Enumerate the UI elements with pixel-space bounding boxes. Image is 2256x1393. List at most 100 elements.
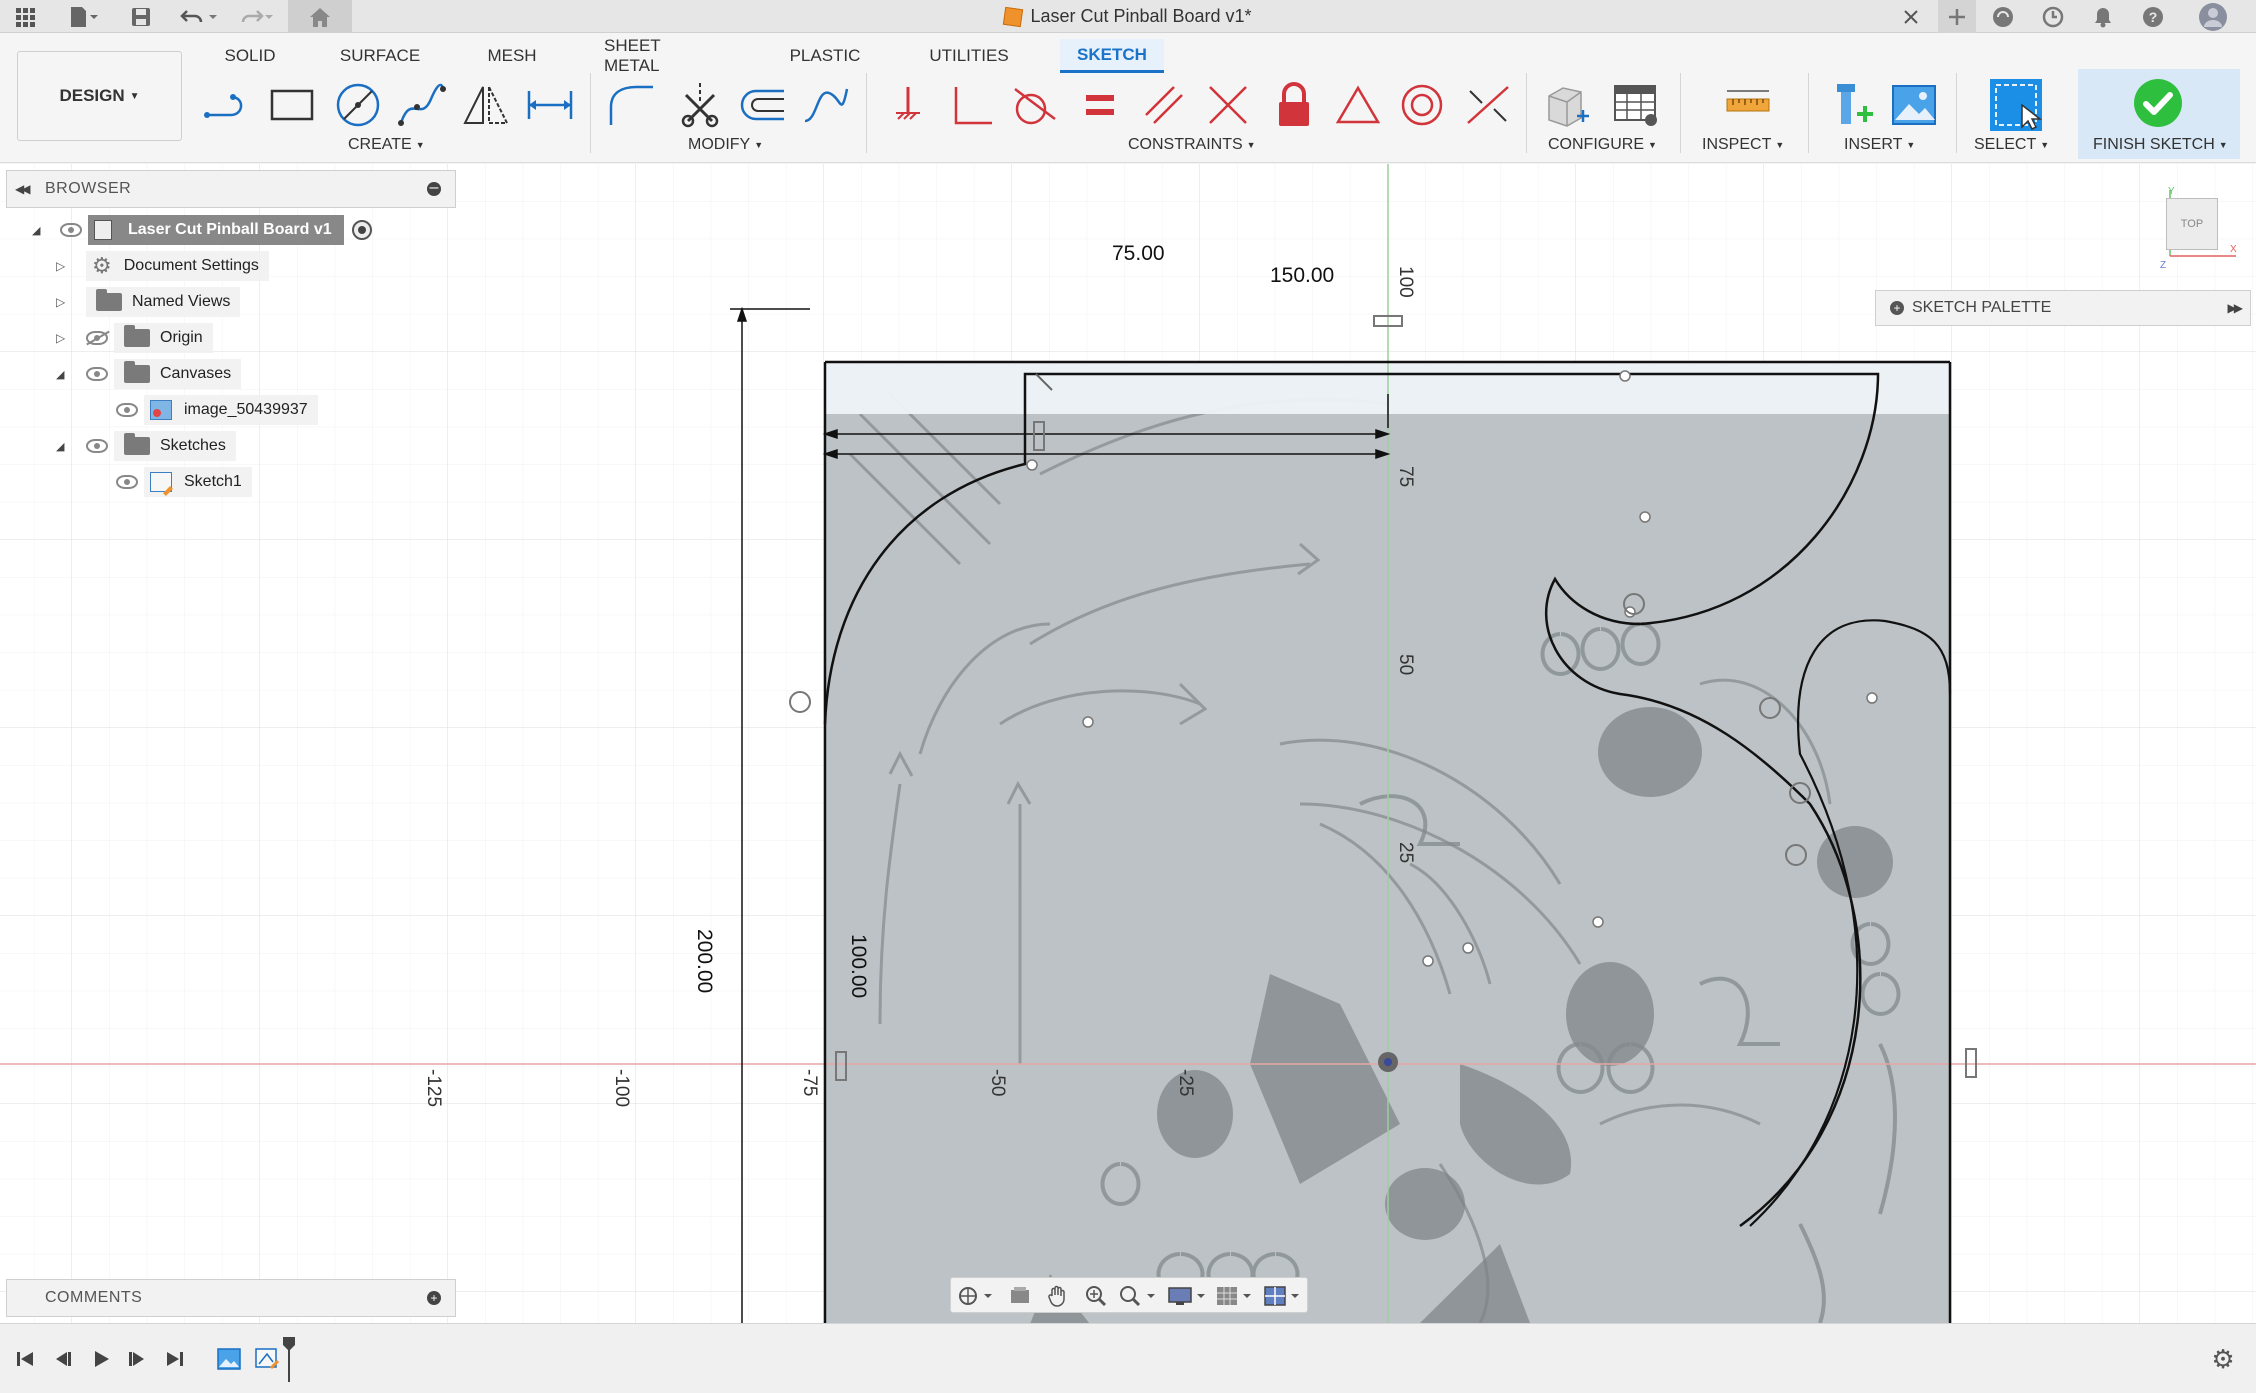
- notifications-icon[interactable]: [2088, 3, 2118, 31]
- insert-mcmaster-icon[interactable]: [1824, 77, 1880, 133]
- symmetry-constraint-icon[interactable]: [1460, 77, 1516, 133]
- step-forward-icon[interactable]: [122, 1344, 152, 1374]
- expanded-triangle-icon[interactable]: ◢: [32, 224, 60, 237]
- inspect-menu[interactable]: INSPECT ▼: [1702, 133, 1784, 157]
- expanded-triangle-icon[interactable]: ◢: [56, 368, 86, 381]
- new-tab-icon[interactable]: [1938, 0, 1976, 33]
- close-tab-icon[interactable]: [1896, 3, 1926, 31]
- tangent-constraint-icon[interactable]: [1006, 77, 1062, 133]
- collapse-right-icon[interactable]: ▶▶: [2228, 301, 2244, 315]
- visibility-icon[interactable]: [86, 439, 108, 453]
- tab-sheet-metal[interactable]: SHEET METAL: [596, 36, 726, 75]
- visibility-icon[interactable]: [86, 367, 108, 381]
- lock-constraint-icon[interactable]: [1266, 77, 1322, 133]
- minimize-panel-icon[interactable]: –: [427, 180, 441, 196]
- finish-sketch-button[interactable]: FINISH SKETCH ▼: [2078, 69, 2240, 159]
- step-back-icon[interactable]: [48, 1344, 78, 1374]
- insert-menu[interactable]: INSERT ▼: [1844, 133, 1915, 157]
- tab-surface[interactable]: SURFACE: [334, 39, 426, 73]
- configure-menu[interactable]: CONFIGURE ▼: [1548, 133, 1657, 157]
- active-component-radio-icon[interactable]: [351, 220, 372, 240]
- dimension-tool-icon[interactable]: [522, 77, 578, 133]
- dimension-height-half[interactable]: 100.00: [846, 934, 870, 998]
- parallel-constraint-icon[interactable]: [1136, 77, 1192, 133]
- constraints-menu[interactable]: CONSTRAINTS ▼: [1128, 133, 1256, 157]
- triangle-constraint-icon[interactable]: [1330, 77, 1386, 133]
- select-icon[interactable]: [1986, 77, 2046, 133]
- collapsed-triangle-icon[interactable]: ▷: [56, 331, 86, 345]
- fit-zoom-icon[interactable]: [1117, 1282, 1161, 1310]
- comments-panel[interactable]: COMMENTS +: [6, 1279, 456, 1317]
- add-comment-icon[interactable]: +: [427, 1291, 441, 1305]
- tab-sketch[interactable]: SKETCH: [1060, 39, 1164, 73]
- save-icon[interactable]: [126, 0, 156, 33]
- timeline-settings-gear-icon[interactable]: ⚙: [2208, 1344, 2238, 1374]
- home-tab[interactable]: [288, 0, 352, 33]
- sketch-palette-header[interactable]: + SKETCH PALETTE ▶▶: [1875, 290, 2251, 326]
- visibility-icon[interactable]: [116, 475, 138, 489]
- tree-item-canvas-image[interactable]: image_50439937: [116, 394, 318, 426]
- sketch-canvas[interactable]: 75.00 150.00 200.00 100.00 -125 -100 -75…: [0, 164, 2256, 1323]
- configure-table-icon[interactable]: [1608, 77, 1664, 133]
- trim-tool-icon[interactable]: [672, 77, 728, 133]
- tab-plastic[interactable]: PLASTIC: [782, 39, 868, 73]
- circle-tool-icon[interactable]: [330, 77, 386, 133]
- fillet-tool-icon[interactable]: [604, 77, 660, 133]
- modify-menu[interactable]: MODIFY ▼: [688, 133, 763, 157]
- tree-root[interactable]: ◢ Laser Cut Pinball Board v1: [32, 214, 372, 246]
- select-menu[interactable]: SELECT ▼: [1974, 133, 2049, 157]
- sketch-viewport[interactable]: [0, 164, 2256, 1323]
- tab-solid[interactable]: SOLID: [216, 39, 284, 73]
- tree-item-origin[interactable]: ▷ Origin: [56, 322, 213, 354]
- view-cube[interactable]: TOP: [2166, 198, 2218, 250]
- redo-icon[interactable]: [232, 0, 278, 33]
- dimension-width-full[interactable]: 150.00: [1270, 264, 1334, 288]
- insert-canvas-icon[interactable]: [1886, 77, 1942, 133]
- rectangle-tool-icon[interactable]: [264, 77, 320, 133]
- user-avatar-icon[interactable]: [2196, 3, 2230, 31]
- orbit-icon[interactable]: [953, 1282, 999, 1310]
- spline-tool-icon[interactable]: [394, 77, 450, 133]
- go-to-start-icon[interactable]: [10, 1344, 40, 1374]
- tab-mesh[interactable]: MESH: [480, 39, 544, 73]
- tree-item-named-views[interactable]: ▷ Named Views: [56, 286, 241, 318]
- job-status-icon[interactable]: [2038, 3, 2068, 31]
- parameters-icon[interactable]: [1540, 77, 1596, 133]
- app-grid-icon[interactable]: [8, 0, 42, 33]
- timeline-marker-icon[interactable]: [282, 1336, 296, 1387]
- expanded-triangle-icon[interactable]: ◢: [56, 440, 86, 453]
- visibility-icon[interactable]: [116, 403, 138, 417]
- help-icon[interactable]: ?: [2138, 3, 2168, 31]
- collapse-left-icon[interactable]: ◀◀: [15, 182, 31, 196]
- perpendicular-constraint-icon[interactable]: [944, 77, 1000, 133]
- visibility-icon[interactable]: [60, 223, 82, 237]
- timeline-canvas-feature-icon[interactable]: [214, 1344, 244, 1374]
- tree-item-sketches[interactable]: ◢ Sketches: [56, 430, 236, 462]
- offset-tool-icon[interactable]: [734, 77, 790, 133]
- line-tool-icon[interactable]: [200, 77, 256, 133]
- grid-settings-icon[interactable]: [1213, 1282, 1257, 1310]
- visibility-off-icon[interactable]: [86, 331, 108, 345]
- workspace-switcher[interactable]: DESIGN ▼: [17, 51, 182, 141]
- extensions-icon[interactable]: [1988, 3, 2018, 31]
- look-at-icon[interactable]: [1003, 1282, 1037, 1310]
- tab-utilities[interactable]: UTILITIES: [922, 39, 1016, 73]
- play-icon[interactable]: [86, 1344, 116, 1374]
- expand-plus-icon[interactable]: +: [1890, 301, 1904, 315]
- viewports-icon[interactable]: [1261, 1282, 1305, 1310]
- timeline-sketch-feature-icon[interactable]: [252, 1344, 282, 1374]
- fix-constraint-icon[interactable]: [880, 77, 936, 133]
- collapsed-triangle-icon[interactable]: ▷: [56, 259, 86, 273]
- go-to-end-icon[interactable]: [160, 1344, 190, 1374]
- dimension-width-half[interactable]: 75.00: [1112, 242, 1165, 266]
- measure-icon[interactable]: [1720, 77, 1776, 133]
- tree-item-document-settings[interactable]: ▷ ⚙ Document Settings: [56, 250, 269, 282]
- file-menu-icon[interactable]: [58, 0, 108, 33]
- curve-tool-icon[interactable]: [798, 77, 854, 133]
- zoom-icon[interactable]: [1079, 1282, 1113, 1310]
- equal-constraint-icon[interactable]: [1072, 77, 1128, 133]
- pan-hand-icon[interactable]: [1041, 1282, 1075, 1310]
- concentric-constraint-icon[interactable]: [1394, 77, 1450, 133]
- tree-item-sketch1[interactable]: Sketch1: [116, 466, 252, 498]
- browser-panel[interactable]: ◀◀ BROWSER –: [6, 170, 456, 208]
